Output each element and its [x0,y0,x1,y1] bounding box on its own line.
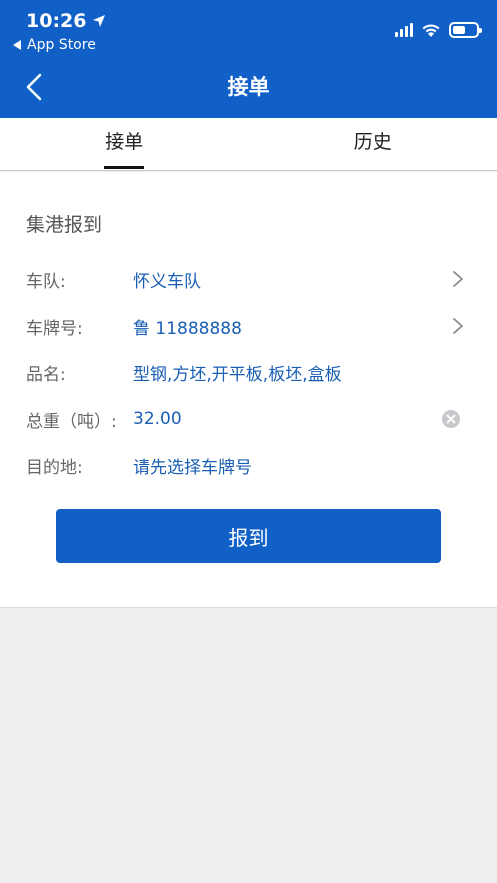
plate-number-row[interactable]: 车牌号: 鲁 11888888 [26,311,471,341]
chevron-right-icon [453,318,463,334]
product-name-row: 品名: 型钢,方坯,开平板,板坯,盒板 [26,357,471,387]
wifi-icon [422,23,440,37]
total-weight-row[interactable]: 总重（吨）: 32.00 [26,404,471,434]
plate-number-label: 车牌号: [26,318,83,339]
product-name-value: 型钢,方坯,开平板,板坯,盒板 [133,364,342,385]
clear-input-icon[interactable] [441,409,461,429]
total-weight-label: 总重（吨）: [26,411,117,432]
destination-value: 请先选择车牌号 [133,457,252,478]
destination-label: 目的地: [26,457,83,478]
page-title: 接单 [227,75,270,99]
tab-accept-order[interactable]: 接单 [0,118,249,170]
location-arrow-icon [93,15,106,27]
back-triangle-icon [13,40,21,50]
destination-row[interactable]: 目的地: 请先选择车牌号 [26,450,471,480]
status-time: 10:26 [26,10,106,32]
plate-number-value: 鲁 11888888 [133,318,242,339]
back-to-app-link[interactable]: App Store [13,37,96,53]
clock-text: 10:26 [26,10,87,32]
fleet-value: 怀义车队 [133,271,201,292]
check-in-form: 集港报到 车队: 怀义车队 车牌号: 鲁 11888888 品名: 型钢,方坯,… [0,172,497,608]
fleet-row[interactable]: 车队: 怀义车队 [26,264,471,294]
back-chevron-icon[interactable] [22,72,48,102]
top-bar: 10:26 App Store 接单 [0,0,497,118]
tab-history[interactable]: 历史 [249,118,497,170]
section-title: 集港报到 [26,214,103,236]
chevron-right-icon [453,271,463,287]
status-indicators [395,22,482,38]
check-in-button[interactable]: 报到 [56,509,441,563]
tab-bar: 接单 历史 [0,118,497,171]
cellular-signal-icon [395,23,413,37]
total-weight-input[interactable]: 32.00 [133,409,441,429]
fleet-label: 车队: [26,271,66,292]
back-app-label: App Store [27,37,96,53]
battery-icon [449,22,482,38]
product-name-label: 品名: [26,364,66,385]
